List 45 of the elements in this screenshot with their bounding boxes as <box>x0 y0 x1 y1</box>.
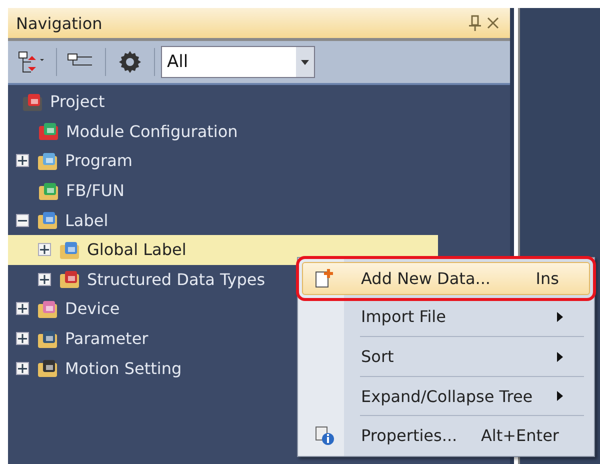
dropdown-caret-icon[interactable] <box>296 47 314 77</box>
device-icon <box>37 298 59 319</box>
collapse-icon[interactable] <box>16 214 29 227</box>
tree-item[interactable]: Project <box>8 87 113 117</box>
module-icon <box>38 121 60 142</box>
tree-item[interactable]: Structured Data Types <box>8 264 274 294</box>
new-document-icon <box>314 268 336 288</box>
menu-item-label: Sort <box>361 347 395 366</box>
pin-icon[interactable] <box>466 13 484 33</box>
expand-icon[interactable] <box>16 302 29 316</box>
label-icon <box>59 240 81 260</box>
filter-value: All <box>166 52 190 72</box>
expand-icon[interactable] <box>16 154 29 168</box>
menu-item[interactable]: Import File <box>302 300 590 334</box>
menu-item-label: Properties... <box>361 426 458 446</box>
tree-item[interactable]: Module Configuration <box>8 116 246 146</box>
expand-icon[interactable] <box>38 272 51 286</box>
menu-item-label: Import File <box>361 307 447 326</box>
menu-item[interactable]: Expand/Collapse Tree <box>302 380 590 412</box>
shortcut-label: Alt+Enter <box>480 426 559 446</box>
tree-item[interactable]: Parameter <box>8 324 156 354</box>
tree-item[interactable]: Motion Setting <box>8 353 190 383</box>
filter-dropdown[interactable]: All <box>161 46 315 78</box>
menu-item[interactable]: Properties... Alt+Enter <box>302 419 590 452</box>
expand-icon[interactable] <box>16 362 29 375</box>
menu-item-label: Expand/Collapse Tree <box>361 386 534 406</box>
motion-icon <box>37 358 59 378</box>
tree-item[interactable]: Program <box>8 146 141 176</box>
panel-title: Navigation <box>16 14 104 32</box>
properties-icon <box>314 426 336 446</box>
menu-item[interactable]: Sort <box>302 340 590 373</box>
tree-item[interactable]: Global Label <box>8 234 438 265</box>
tree-item[interactable]: FB/FUN <box>8 176 132 206</box>
struct-icon <box>59 269 81 290</box>
expand-icon[interactable] <box>38 243 51 256</box>
fb-icon <box>38 180 60 201</box>
tree-item[interactable]: Label <box>8 205 116 235</box>
project-icon <box>22 92 44 112</box>
label-icon <box>37 210 59 230</box>
menu-item-label: Add New Data... <box>361 268 492 288</box>
program-icon <box>37 150 59 171</box>
parameter-icon <box>37 328 59 349</box>
shortcut-label: Ins <box>536 268 559 288</box>
expand-icon[interactable] <box>16 332 29 346</box>
tree-item[interactable]: Device <box>8 294 128 324</box>
